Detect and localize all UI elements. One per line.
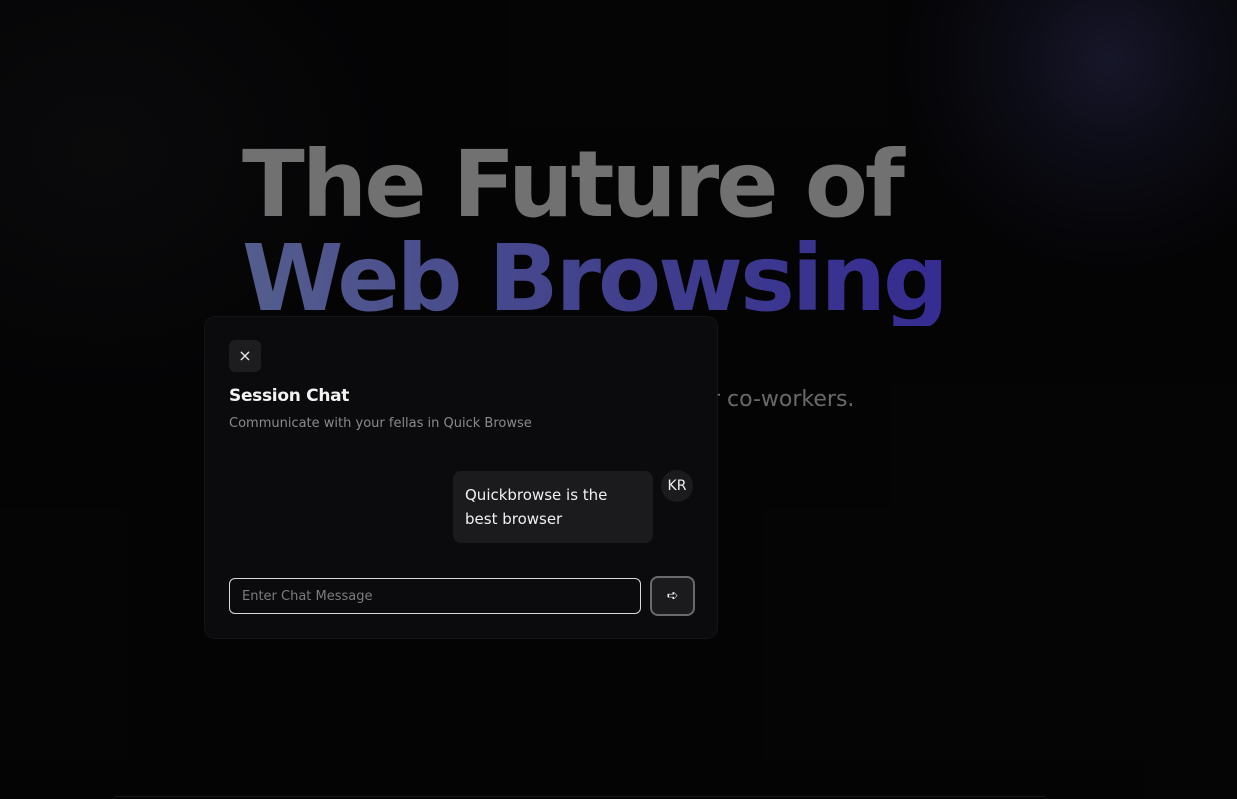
dialog-title: Session Chat — [229, 386, 350, 406]
landing-page: The Future of Web Browsing A collaborati… — [0, 0, 1237, 799]
dialog-subtitle: Communicate with your fellas in Quick Br… — [229, 416, 532, 431]
close-button[interactable]: × — [229, 340, 261, 372]
send-arrow-icon: ➪ — [666, 588, 679, 604]
send-button[interactable]: ➪ — [650, 576, 695, 616]
avatar: KR — [661, 470, 693, 502]
chat-message: Quickbrowse is the best browser — [453, 471, 653, 543]
chat-message-input[interactable] — [229, 578, 641, 614]
close-icon: × — [238, 346, 252, 365]
session-chat-dialog: × Session Chat Communicate with your fel… — [205, 317, 717, 638]
